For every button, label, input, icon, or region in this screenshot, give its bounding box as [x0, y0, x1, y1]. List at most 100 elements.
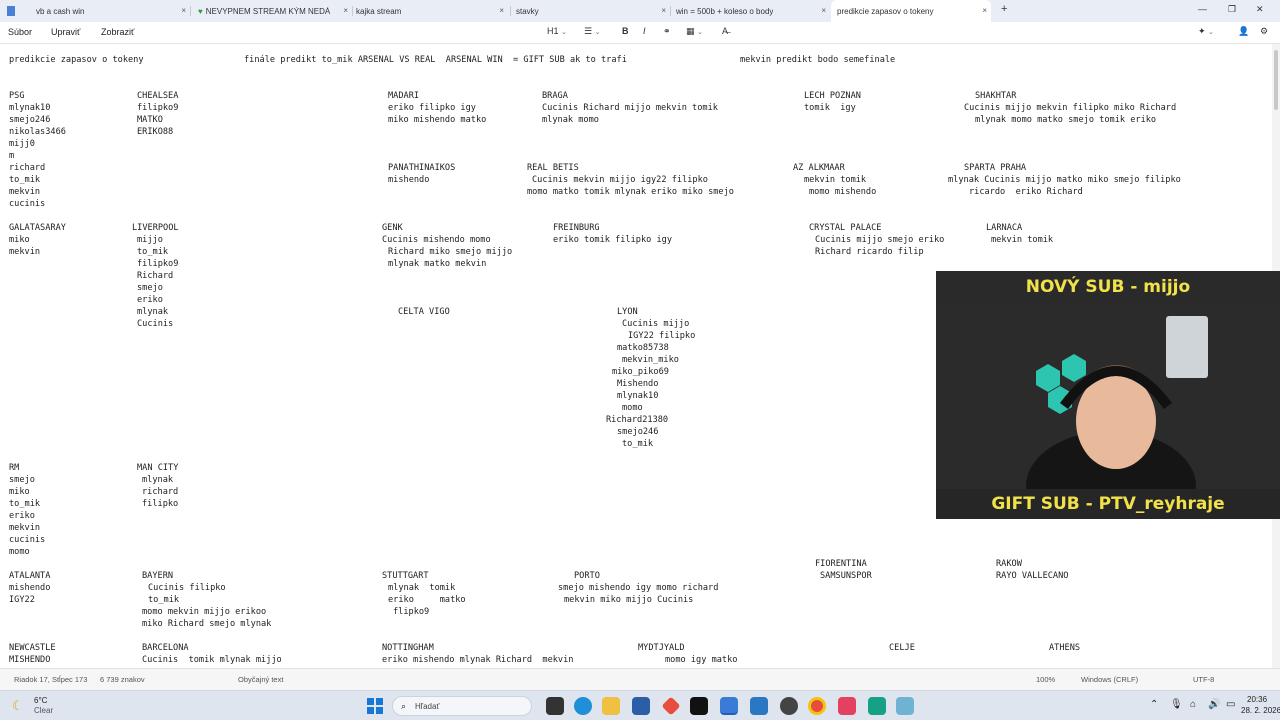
list-icon[interactable]: ☰ ⌄ — [584, 26, 600, 37]
clock-time[interactable]: 20:36 — [1247, 695, 1267, 704]
volume-icon[interactable]: 🔊 — [1208, 699, 1220, 710]
weather-temp[interactable]: 6°C — [34, 696, 47, 705]
text-line: m — [9, 151, 15, 161]
new-tab-button[interactable]: + — [1001, 3, 1007, 15]
chevron-up-icon[interactable]: ⌃ — [1150, 699, 1158, 710]
microphone-icon[interactable]: 🎙 — [1170, 699, 1183, 710]
text-line: REAL BETIS — [527, 163, 579, 173]
text-line: smejo246 — [9, 115, 51, 125]
text-line: SPARTA PRAHA — [964, 163, 1027, 173]
text-line: smejo — [9, 475, 35, 485]
text-line: MAN CITY — [137, 463, 179, 473]
italic-icon[interactable]: I — [643, 26, 646, 36]
app-pink-icon[interactable] — [838, 697, 856, 715]
text-line: PANATHINAIKOS — [388, 163, 456, 173]
text-line: Cucinis filipko — [148, 583, 226, 593]
tab-vb-a-cash[interactable]: vb a cash win × — [30, 0, 190, 22]
heading-select[interactable]: H1 ⌄ — [547, 26, 567, 36]
photos-icon[interactable] — [750, 697, 768, 715]
tab-kajka-stream[interactable]: kajka stream × — [350, 0, 508, 22]
clock-date[interactable]: 28. 2. 2026 — [1241, 706, 1280, 715]
text-line: CHEALSEA — [137, 91, 179, 101]
heading-select-value: H1 — [547, 26, 559, 36]
scrollbar-thumb[interactable] — [1274, 50, 1278, 110]
text-line: mekvin predikt bodo semefinale — [740, 55, 896, 65]
encoding[interactable]: UTF-8 — [1193, 675, 1214, 684]
zoom-level[interactable]: 100% — [1036, 675, 1055, 684]
minimize-icon[interactable]: — — [1198, 4, 1207, 14]
text-line: miko — [9, 235, 30, 245]
close-icon[interactable]: × — [499, 6, 504, 15]
link-icon[interactable]: ⚭ — [663, 26, 671, 37]
maximize-icon[interactable]: ❐ — [1228, 4, 1236, 15]
tab-nevypnem[interactable]: ♥ NEVYPNEM STREAM KÝM NEDÁ × — [192, 0, 352, 22]
file-explorer-icon[interactable] — [602, 697, 620, 715]
text-line: Cucinis mijjo smejo eriko — [815, 235, 945, 245]
text-line: SAMSUNSPOR — [820, 571, 872, 581]
text-line: momo igy matko — [665, 655, 738, 665]
store-icon[interactable] — [632, 697, 650, 715]
text-line: smejo246 — [617, 427, 659, 437]
menu-upravit[interactable]: Upraviť — [51, 27, 80, 37]
settings-gear-icon[interactable]: ⚙ — [1260, 26, 1268, 37]
text-line: mekvin — [9, 187, 41, 197]
taskbar-search[interactable]: ⌕ Hľadať — [392, 696, 532, 716]
tab-label: win = 500b + koleso o body — [676, 6, 774, 16]
text-line: smejo — [137, 283, 163, 293]
notepad-icon[interactable] — [720, 697, 738, 715]
text-line: RAYO VALLECANO — [996, 571, 1069, 581]
tab-stavky[interactable]: stavky × — [510, 0, 670, 22]
text-line: miko mishendo matko — [388, 115, 487, 125]
table-icon[interactable]: ▦ ⌄ — [686, 26, 703, 37]
text-line: to_mik — [148, 595, 180, 605]
text-line: mekvin tomik — [991, 235, 1054, 245]
clear-format-icon[interactable]: A̶ — [722, 26, 728, 36]
text-line: NEWCASTLE — [9, 643, 56, 653]
text-line: Cucinis — [137, 319, 174, 329]
close-icon[interactable]: × — [661, 6, 666, 15]
close-icon[interactable]: × — [181, 6, 186, 15]
text-line: smejo mishendo igy momo richard — [558, 583, 719, 593]
bold-icon[interactable]: B — [622, 26, 629, 36]
menu-subor[interactable]: Súbor — [8, 27, 32, 37]
text-line: to_mik — [9, 175, 41, 185]
text-line: matko85738 — [617, 343, 669, 353]
chrome-icon[interactable] — [808, 697, 826, 715]
edge-icon[interactable] — [574, 697, 592, 715]
text-line: Cucinis mishendo momo — [382, 235, 491, 245]
close-icon[interactable]: × — [982, 6, 987, 15]
text-line: mishendo — [388, 175, 430, 185]
weather-text[interactable]: Clear — [34, 706, 53, 715]
battery-icon[interactable]: ▭ — [1226, 699, 1235, 710]
app-red-icon[interactable] — [661, 696, 681, 716]
text-line: mijjo — [137, 235, 163, 245]
text-line: filipko — [142, 499, 179, 509]
app-blue-icon[interactable] — [896, 697, 914, 715]
char-count: 6 739 znakov — [100, 675, 145, 684]
window-close-icon[interactable]: ✕ — [1256, 4, 1264, 15]
tiktok-icon[interactable] — [690, 697, 708, 715]
obs-icon[interactable] — [780, 697, 798, 715]
text-line: mijj0 — [9, 139, 35, 149]
text-line: eriko matko — [388, 595, 466, 605]
text-line: RAKOW — [996, 559, 1022, 569]
tab-win-500b[interactable]: win = 500b + koleso o body × — [670, 0, 830, 22]
copilot-icon[interactable]: ✦ ⌄ — [1198, 26, 1214, 37]
tab-predikcie[interactable]: predikcie zapasov o tokeny × — [831, 0, 991, 22]
text-line: momo — [9, 547, 30, 557]
streamer-webcam-image — [936, 303, 1280, 519]
status-bar: Riadok 17, Stĺpec 173 6 739 znakov Obyča… — [0, 668, 1280, 690]
close-icon[interactable]: × — [821, 6, 826, 15]
text-line: to_mik — [622, 439, 654, 449]
app-green-icon[interactable] — [868, 697, 886, 715]
network-icon[interactable]: ⌂ — [1190, 699, 1196, 710]
close-icon[interactable]: × — [343, 6, 348, 15]
text-line: Richard ricardo filip — [815, 247, 924, 257]
tab-bar: vb a cash win × ♥ NEVYPNEM STREAM KÝM NEDÁ… — [0, 0, 1280, 22]
account-icon[interactable]: 👤 — [1238, 26, 1249, 37]
windows-start-icon[interactable] — [366, 697, 384, 715]
chevron-down-icon: ⌄ — [561, 29, 567, 36]
menu-zobrazit[interactable]: Zobraziť — [101, 27, 134, 37]
line-endings[interactable]: Windows (CRLF) — [1081, 675, 1138, 684]
task-view-icon[interactable] — [546, 697, 564, 715]
